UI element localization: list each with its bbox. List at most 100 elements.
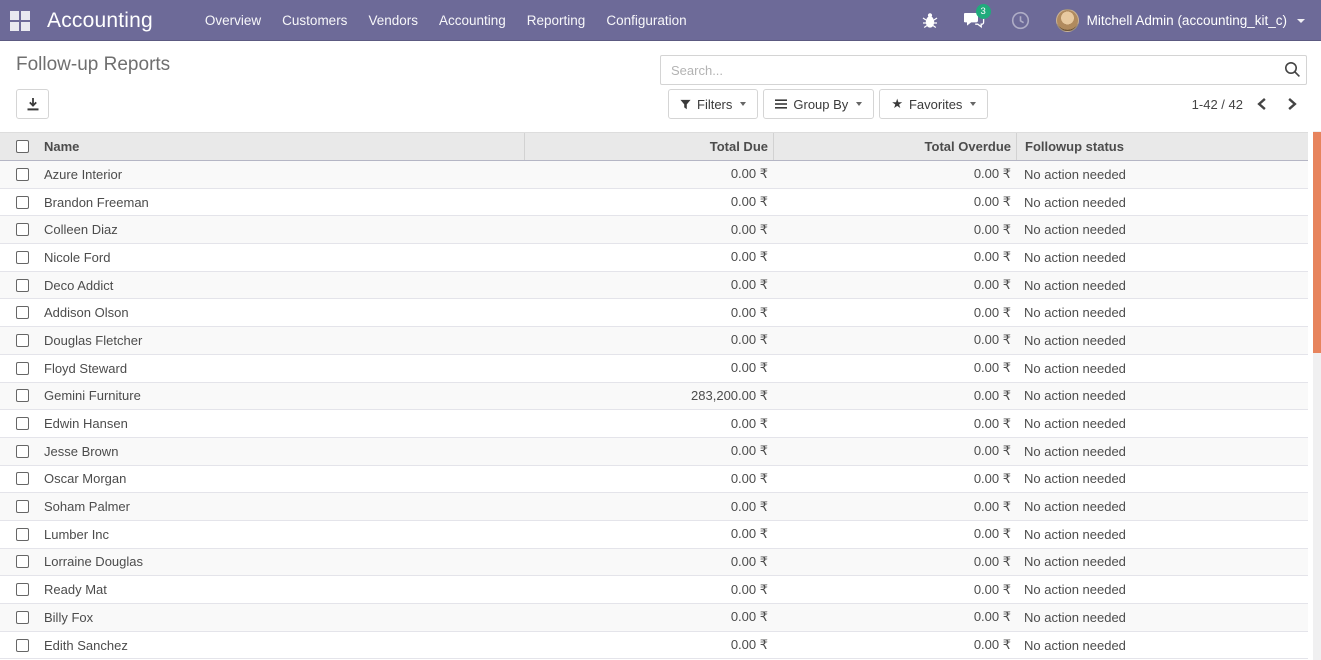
control-panel: Follow-up Reports Filters: [0, 41, 1321, 132]
table-row[interactable]: Colleen Diaz 0.00 ₹ 0.00 ₹ No action nee…: [0, 216, 1308, 244]
table-row[interactable]: Addison Olson 0.00 ₹ 0.00 ₹ No action ne…: [0, 299, 1308, 327]
nav-item-reporting[interactable]: Reporting: [527, 9, 586, 32]
table-row[interactable]: Brandon Freeman 0.00 ₹ 0.00 ₹ No action …: [0, 189, 1308, 217]
nav-item-customers[interactable]: Customers: [282, 9, 347, 32]
header-total-overdue[interactable]: Total Overdue: [773, 133, 1016, 160]
cell-name: Oscar Morgan: [40, 471, 524, 486]
cell-total-due: 0.00 ₹: [524, 194, 773, 210]
filters-button[interactable]: Filters: [668, 89, 758, 119]
select-all-checkbox[interactable]: [16, 140, 29, 153]
header-name[interactable]: Name: [40, 139, 524, 154]
cell-total-due: 283,200.00 ₹: [524, 388, 773, 404]
vertical-scrollbar[interactable]: [1313, 131, 1321, 660]
scrollbar-thumb[interactable]: [1313, 132, 1321, 353]
cell-total-overdue: 0.00 ₹: [773, 360, 1016, 376]
search-icon[interactable]: [1284, 61, 1301, 81]
messages-count-badge: 3: [976, 4, 991, 19]
table-header-row: Name Total Due Total Overdue Followup st…: [0, 133, 1308, 161]
activities-clock-icon[interactable]: [1011, 11, 1030, 30]
row-checkbox[interactable]: [16, 417, 29, 430]
cell-followup-status: No action needed: [1016, 167, 1308, 182]
table-row[interactable]: Gemini Furniture 283,200.00 ₹ 0.00 ₹ No …: [0, 383, 1308, 411]
row-checkbox[interactable]: [16, 251, 29, 264]
systray: 3 Mitchell Admin (accounting_kit_c): [922, 9, 1305, 32]
table-row[interactable]: Douglas Fletcher 0.00 ₹ 0.00 ₹ No action…: [0, 327, 1308, 355]
group-by-button[interactable]: Group By: [763, 89, 874, 119]
top-navbar: Accounting Overview Customers Vendors Ac…: [0, 0, 1321, 41]
cell-total-due: 0.00 ₹: [524, 582, 773, 598]
export-button[interactable]: [16, 89, 49, 119]
user-menu[interactable]: Mitchell Admin (accounting_kit_c): [1056, 9, 1305, 32]
table-row[interactable]: Floyd Steward 0.00 ₹ 0.00 ₹ No action ne…: [0, 355, 1308, 383]
cell-total-due: 0.00 ₹: [524, 249, 773, 265]
row-checkbox-cell: [0, 196, 40, 209]
table-row[interactable]: Nicole Ford 0.00 ₹ 0.00 ₹ No action need…: [0, 244, 1308, 272]
star-icon: ★: [891, 96, 903, 112]
cell-total-overdue: 0.00 ₹: [773, 305, 1016, 321]
row-checkbox[interactable]: [16, 639, 29, 652]
row-checkbox-cell: [0, 500, 40, 513]
table-body: Azure Interior 0.00 ₹ 0.00 ₹ No action n…: [0, 161, 1308, 659]
pager-previous-button[interactable]: [1251, 94, 1273, 114]
header-total-due[interactable]: Total Due: [524, 133, 773, 160]
table-row[interactable]: Jesse Brown 0.00 ₹ 0.00 ₹ No action need…: [0, 438, 1308, 466]
row-checkbox[interactable]: [16, 472, 29, 485]
row-checkbox[interactable]: [16, 445, 29, 458]
table-row[interactable]: Lumber Inc 0.00 ₹ 0.00 ₹ No action neede…: [0, 521, 1308, 549]
cell-followup-status: No action needed: [1016, 195, 1308, 210]
pager: 1-42 / 42: [1192, 89, 1303, 119]
cell-name: Ready Mat: [40, 582, 524, 597]
chevron-down-icon: [740, 102, 746, 106]
messages-icon[interactable]: 3: [964, 12, 985, 29]
cell-total-overdue: 0.00 ₹: [773, 471, 1016, 487]
page-title: Follow-up Reports: [16, 54, 170, 76]
search-input[interactable]: [660, 55, 1307, 85]
favorites-button[interactable]: ★ Favorites: [879, 89, 988, 119]
nav-item-configuration[interactable]: Configuration: [606, 9, 686, 32]
row-checkbox-cell: [0, 306, 40, 319]
cell-total-overdue: 0.00 ₹: [773, 166, 1016, 182]
cell-followup-status: No action needed: [1016, 610, 1308, 625]
cell-total-overdue: 0.00 ₹: [773, 277, 1016, 293]
row-checkbox[interactable]: [16, 611, 29, 624]
row-checkbox[interactable]: [16, 168, 29, 181]
row-checkbox[interactable]: [16, 334, 29, 347]
row-checkbox[interactable]: [16, 196, 29, 209]
nav-item-overview[interactable]: Overview: [205, 9, 261, 32]
row-checkbox[interactable]: [16, 555, 29, 568]
cell-followup-status: No action needed: [1016, 471, 1308, 486]
row-checkbox-cell: [0, 555, 40, 568]
table-row[interactable]: Edith Sanchez 0.00 ₹ 0.00 ₹ No action ne…: [0, 632, 1308, 660]
table-row[interactable]: Soham Palmer 0.00 ₹ 0.00 ₹ No action nee…: [0, 493, 1308, 521]
table-row[interactable]: Ready Mat 0.00 ₹ 0.00 ₹ No action needed: [0, 576, 1308, 604]
table-row[interactable]: Edwin Hansen 0.00 ₹ 0.00 ₹ No action nee…: [0, 410, 1308, 438]
row-checkbox[interactable]: [16, 362, 29, 375]
row-checkbox-cell: [0, 389, 40, 402]
app-title[interactable]: Accounting: [47, 9, 153, 33]
pager-next-button[interactable]: [1281, 94, 1303, 114]
row-checkbox[interactable]: [16, 500, 29, 513]
table-row[interactable]: Oscar Morgan 0.00 ₹ 0.00 ₹ No action nee…: [0, 466, 1308, 494]
cell-followup-status: No action needed: [1016, 499, 1308, 514]
user-avatar: [1056, 9, 1079, 32]
nav-item-vendors[interactable]: Vendors: [368, 9, 418, 32]
table-row[interactable]: Lorraine Douglas 0.00 ₹ 0.00 ₹ No action…: [0, 549, 1308, 577]
row-checkbox[interactable]: [16, 389, 29, 402]
header-followup-status[interactable]: Followup status: [1016, 133, 1308, 160]
nav-item-accounting[interactable]: Accounting: [439, 9, 506, 32]
row-checkbox[interactable]: [16, 528, 29, 541]
row-checkbox[interactable]: [16, 306, 29, 319]
row-checkbox[interactable]: [16, 223, 29, 236]
row-checkbox-cell: [0, 362, 40, 375]
apps-menu-icon[interactable]: [8, 9, 32, 33]
row-checkbox[interactable]: [16, 583, 29, 596]
cell-name: Billy Fox: [40, 610, 524, 625]
row-checkbox-cell: [0, 251, 40, 264]
table-row[interactable]: Azure Interior 0.00 ₹ 0.00 ₹ No action n…: [0, 161, 1308, 189]
row-checkbox[interactable]: [16, 279, 29, 292]
cell-total-due: 0.00 ₹: [524, 609, 773, 625]
table-row[interactable]: Billy Fox 0.00 ₹ 0.00 ₹ No action needed: [0, 604, 1308, 632]
table-row[interactable]: Deco Addict 0.00 ₹ 0.00 ₹ No action need…: [0, 272, 1308, 300]
cell-followup-status: No action needed: [1016, 444, 1308, 459]
debug-bug-icon[interactable]: [922, 12, 938, 29]
